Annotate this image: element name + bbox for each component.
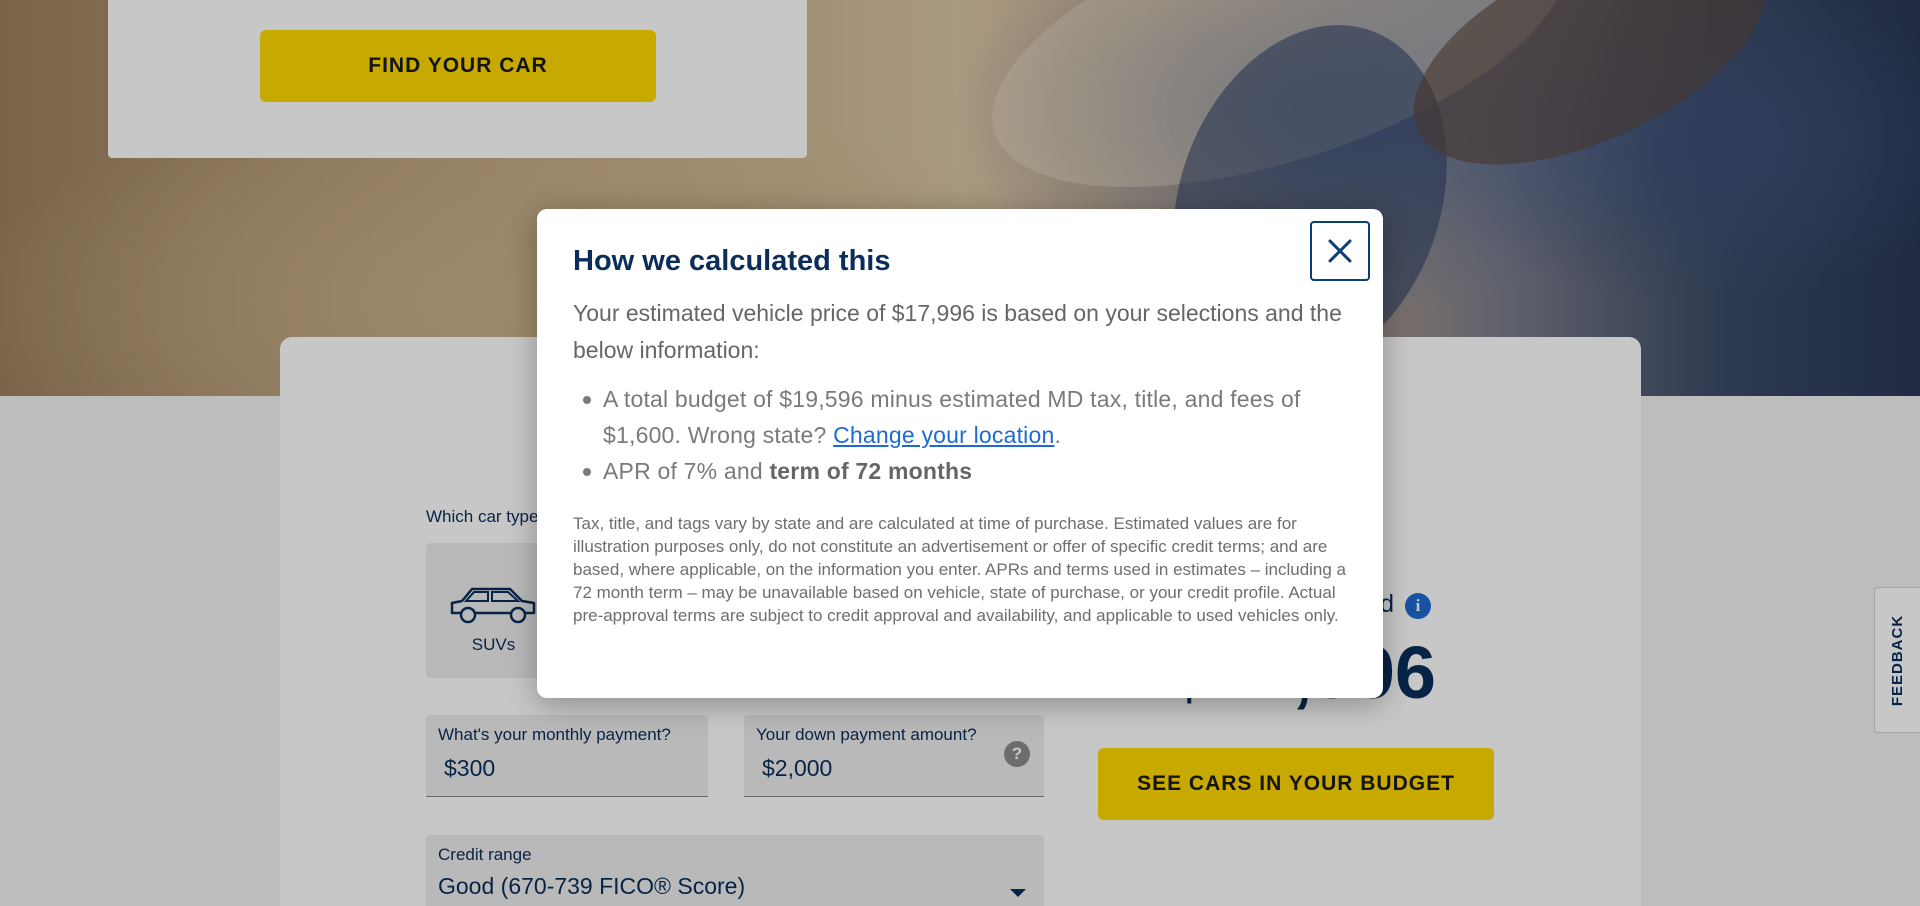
modal-title: How we calculated this	[573, 245, 891, 277]
budget-detail-end: .	[1054, 422, 1062, 448]
modal-intro: Your estimated vehicle price of $17,996 …	[573, 300, 1342, 363]
list-item: APR of 7% and term of 72 months	[573, 453, 1353, 489]
list-item: A total budget of $19,596 minus estimate…	[573, 381, 1353, 453]
close-icon	[1328, 239, 1352, 263]
calculation-details-list: A total budget of $19,596 minus estimate…	[573, 381, 1353, 489]
disclaimer-text: Tax, title, and tags vary by state and a…	[573, 514, 1347, 625]
change-location-link[interactable]: Change your location	[833, 422, 1054, 448]
calculation-modal: How we calculated this Your estimated ve…	[537, 209, 1383, 698]
close-button[interactable]	[1310, 221, 1370, 281]
apr-detail-text: APR of 7% and	[603, 458, 770, 484]
term-detail: term of 72 months	[769, 458, 973, 484]
